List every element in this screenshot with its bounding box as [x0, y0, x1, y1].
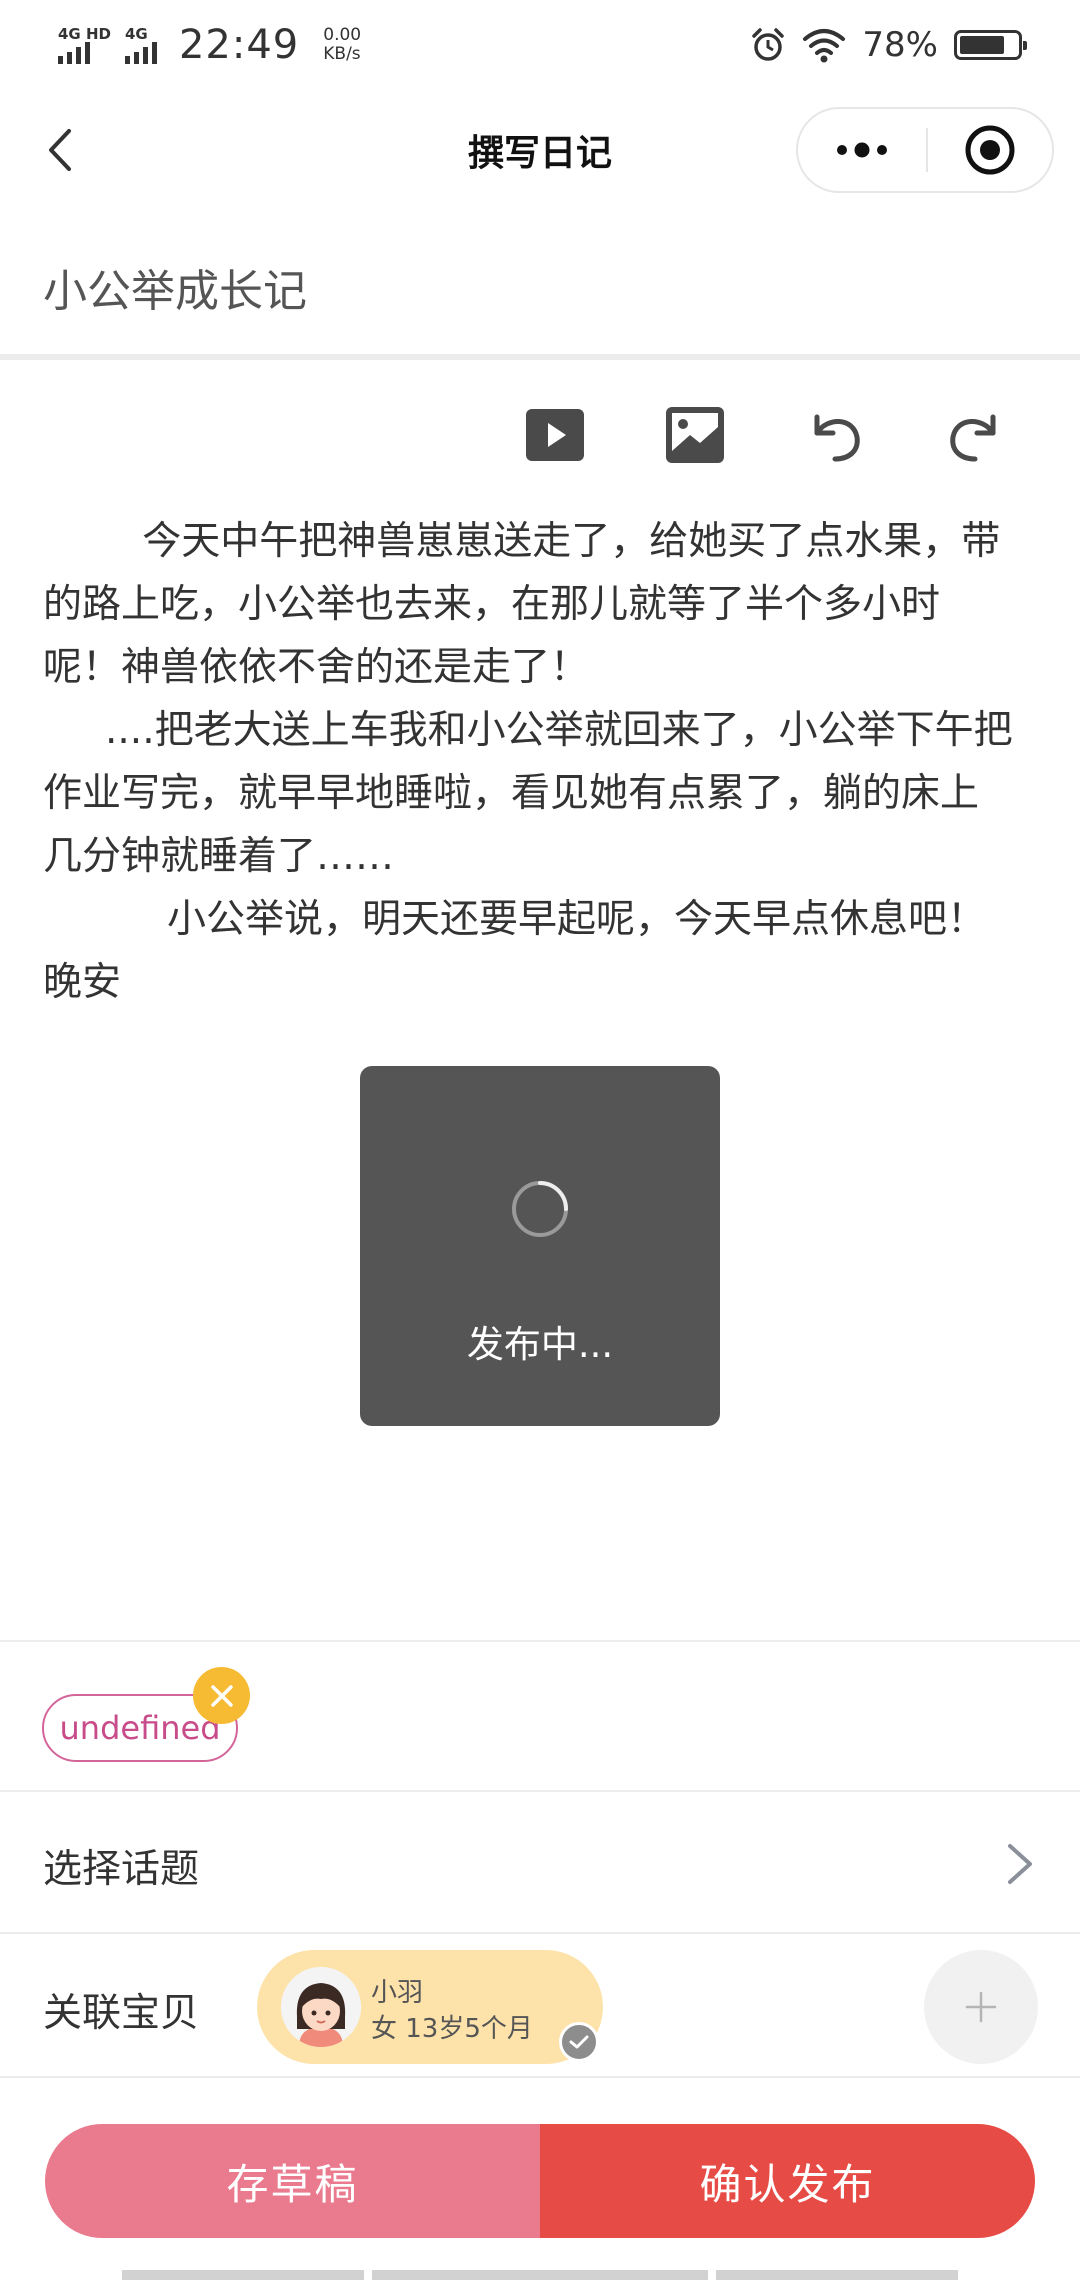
- close-miniprogram-button[interactable]: [928, 109, 1052, 191]
- more-dots-icon: [837, 142, 887, 158]
- gesture-bar: [716, 2270, 958, 2280]
- redo-button[interactable]: [940, 400, 1010, 470]
- diary-title-input[interactable]: 小公举成长记: [43, 255, 307, 319]
- plus-icon: [965, 1991, 997, 2023]
- divider: [0, 2076, 1080, 2078]
- diary-content-editor[interactable]: 今天中午把神兽崽崽送走了，给她买了点水果，带的路上吃，小公举也去来，在那儿就等了…: [43, 510, 1013, 1014]
- selected-check-badge: [559, 2022, 599, 2062]
- network-speed-value: 0.00: [323, 25, 362, 45]
- network-type-1: 4G HD: [58, 25, 111, 43]
- network-speed-unit: KB/s: [323, 44, 361, 64]
- network-speed: 0.00 KB/s: [323, 26, 361, 64]
- signal-4g-icon: 4G: [124, 25, 157, 64]
- remove-tag-button[interactable]: [193, 1667, 250, 1724]
- confirm-publish-button[interactable]: 确认发布: [540, 2124, 1035, 2238]
- network-type-2: 4G: [124, 25, 148, 43]
- add-baby-button[interactable]: [924, 1950, 1038, 2064]
- miniprogram-capsule: [796, 107, 1054, 193]
- select-topic-label: 选择话题: [43, 1847, 200, 1892]
- insert-image-button[interactable]: [660, 400, 730, 470]
- toast-text: 发布中...: [466, 1323, 614, 1366]
- loading-spinner-icon: [512, 1181, 568, 1237]
- close-icon: [210, 1684, 233, 1707]
- girl-avatar-icon: [281, 1967, 361, 2047]
- divider: [0, 1932, 1080, 1934]
- redo-icon: [950, 414, 996, 462]
- wifi-icon: [803, 29, 846, 63]
- avatar: [281, 1967, 361, 2047]
- divider: [0, 1790, 1080, 1792]
- battery-icon: [954, 30, 1027, 60]
- nav-bar: 撰写日记: [0, 90, 1080, 210]
- insert-video-button[interactable]: [520, 400, 590, 470]
- signal-4g-hd-icon: 4G HD: [58, 26, 111, 64]
- gesture-bar: [372, 2270, 708, 2280]
- divider: [0, 354, 1080, 360]
- alarm-icon: [752, 28, 785, 61]
- baby-gender-age: 女 13岁5个月: [371, 2014, 533, 2044]
- save-draft-button[interactable]: 存草稿: [45, 2124, 540, 2238]
- check-icon: [569, 2035, 589, 2049]
- loading-toast: 发布中...: [360, 1066, 720, 1426]
- status-bar: 4G HD 4G 22:49 0.00 KB/s 78%: [0, 0, 1080, 90]
- gesture-bar: [122, 2270, 364, 2280]
- link-baby-label: 关联宝贝: [43, 1991, 200, 2036]
- battery-percent: 78%: [862, 25, 938, 65]
- chevron-right-icon: [1008, 1844, 1032, 1884]
- clock: 22:49: [178, 22, 300, 68]
- baby-chip[interactable]: 小羽 女 13岁5个月: [257, 1950, 603, 2064]
- divider: [0, 1640, 1080, 1642]
- video-icon: [526, 409, 584, 461]
- undo-button[interactable]: [800, 400, 870, 470]
- more-button[interactable]: [798, 109, 926, 191]
- target-close-icon: [965, 125, 1015, 175]
- baby-name: 小羽: [371, 1978, 424, 2008]
- image-icon: [666, 407, 724, 463]
- undo-icon: [814, 414, 860, 462]
